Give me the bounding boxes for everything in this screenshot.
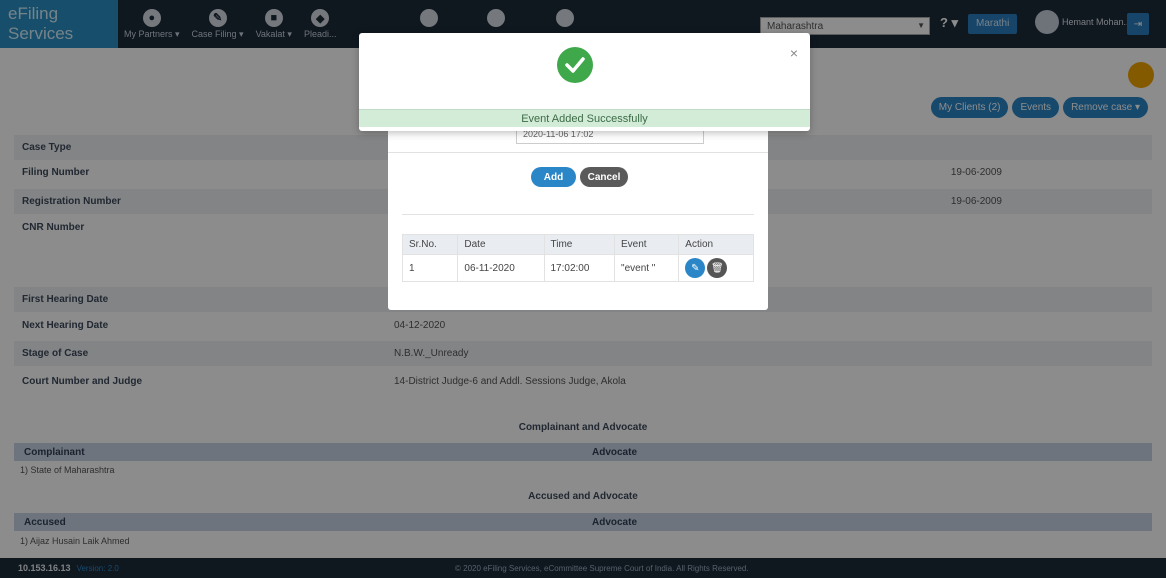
trash-icon[interactable]: 🗑 (707, 258, 728, 278)
divider (402, 214, 754, 215)
cell-time: 17:02:00 (543, 254, 616, 282)
cell-event: "event " (614, 254, 680, 282)
events-table: Sr.No. Date Time Event Action 1 06-11-20… (401, 234, 754, 282)
checkmark-glyph (565, 57, 585, 73)
divider (388, 152, 768, 153)
table-row: 1 06-11-2020 17:02:00 "event " ✎ 🗑 (401, 254, 754, 282)
success-modal: × Event Added Successfully (359, 33, 810, 131)
cell-date: 06-11-2020 (457, 254, 545, 282)
close-icon[interactable]: × (790, 45, 798, 61)
column-header: Date (457, 234, 545, 255)
column-header: Event (614, 234, 680, 255)
success-message: Event Added Successfully (359, 109, 810, 127)
column-header: Action (678, 234, 754, 255)
checkmark-icon (557, 47, 593, 83)
column-header: Sr.No. (401, 234, 459, 255)
event-modal: 2020-11-06 17:02 Add Cancel Sr.No. Date … (388, 108, 768, 310)
cancel-button[interactable]: Cancel (580, 167, 628, 187)
cell-sr: 1 (401, 254, 459, 282)
column-header: Time (543, 234, 616, 255)
cell-action: ✎ 🗑 (678, 254, 754, 282)
edit-icon[interactable]: ✎ (685, 258, 706, 278)
add-button[interactable]: Add (531, 167, 576, 187)
